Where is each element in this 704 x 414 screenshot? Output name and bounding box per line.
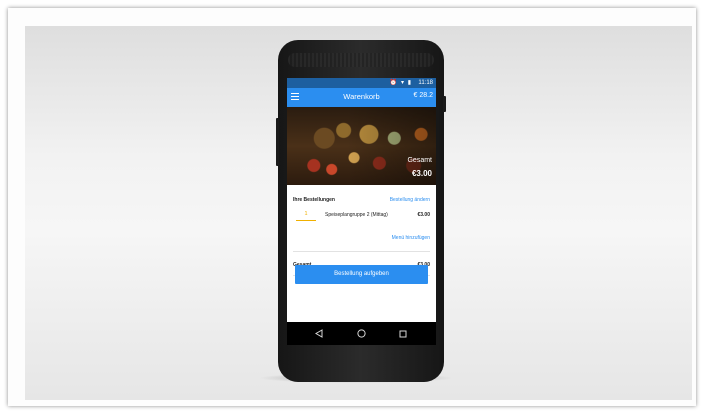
phone-side-button xyxy=(276,118,279,166)
hero-total-amount: €3.00 xyxy=(411,169,432,178)
divider xyxy=(293,251,430,252)
order-item-quantity[interactable]: 1 xyxy=(296,211,316,221)
phone-speaker xyxy=(288,53,434,67)
cart-content: Ihre Bestellungen Bestellung ändern 1 Sp… xyxy=(287,185,436,322)
recent-apps-icon[interactable] xyxy=(393,322,413,345)
order-item-price: €3.00 xyxy=(417,212,430,218)
hero-total-label: Gesamt xyxy=(407,157,432,164)
phone-screen: ⏰ ▾ ▮ 11:18 Warenkorb € 28.2 Gesamt €3.0… xyxy=(287,78,436,345)
back-icon[interactable] xyxy=(309,322,329,345)
order-item-name: Speiseplangruppe 2 (Mittag) xyxy=(325,212,388,218)
status-time: 11:18 xyxy=(418,80,433,86)
orders-heading: Ihre Bestellungen xyxy=(293,197,335,203)
add-menu-link[interactable]: Menü hinzufügen xyxy=(392,235,430,241)
hero-food-image: Gesamt €3.00 xyxy=(287,107,436,185)
place-order-button[interactable]: Bestellung aufgeben xyxy=(295,265,428,284)
status-bar: ⏰ ▾ ▮ 11:18 xyxy=(287,78,436,88)
android-nav-bar xyxy=(287,322,436,345)
app-bar: Warenkorb € 28.2 xyxy=(287,88,436,107)
cart-total: € 28.2 xyxy=(413,92,433,99)
phone-power-button xyxy=(443,96,446,112)
change-order-link[interactable]: Bestellung ändern xyxy=(390,197,430,203)
home-icon[interactable] xyxy=(351,322,371,345)
status-icons: ⏰ ▾ ▮ xyxy=(389,80,412,86)
